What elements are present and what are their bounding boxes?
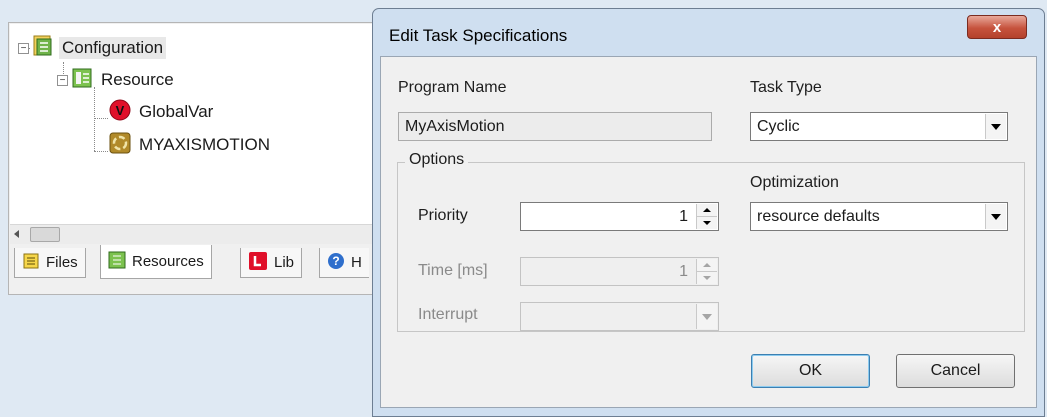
collapse-toggle-icon[interactable]: − (57, 74, 68, 86)
close-button[interactable]: x (967, 15, 1027, 39)
interrupt-select[interactable] (520, 302, 719, 331)
svg-text:V: V (116, 103, 125, 118)
tab-files[interactable]: Files (14, 248, 86, 278)
optimization-value: resource defaults (757, 207, 880, 225)
priority-value: 1 (679, 207, 688, 225)
configuration-icon (32, 35, 54, 62)
svg-text:?: ? (332, 254, 339, 268)
tab-resources[interactable]: Resources (100, 245, 212, 279)
priority-stepper[interactable]: 1 (520, 202, 719, 231)
spin-down-icon[interactable] (697, 216, 717, 229)
tree-connector (94, 87, 95, 151)
spin-up-icon[interactable] (697, 204, 717, 216)
scrollbar-thumb[interactable] (30, 227, 60, 242)
program-name-field[interactable]: MyAxisMotion (398, 112, 712, 141)
tab-label: Lib (274, 254, 295, 271)
tree-node-resource[interactable]: − Resource (57, 67, 177, 93)
tree-node-myaxismotion[interactable]: MYAXISMOTION (109, 132, 273, 158)
program-task-icon (109, 132, 131, 159)
close-icon: x (992, 18, 1002, 36)
help-icon: ? (327, 252, 345, 274)
options-group-label: Options (405, 151, 469, 169)
global-variable-icon: V (109, 99, 131, 126)
task-type-value: Cyclic (757, 117, 800, 135)
panel-tab-strip: Files Resources Lib ? H (10, 245, 376, 293)
tree-node-label: GlobalVar (139, 102, 214, 121)
resources-icon (108, 251, 126, 273)
program-name-label: Program Name (398, 79, 507, 96)
tab-label: Resources (132, 253, 204, 270)
optimization-select[interactable]: resource defaults (750, 202, 1008, 231)
tree-node-label: MYAXISMOTION (139, 135, 270, 154)
dialog-title: Edit Task Specifications (389, 26, 568, 45)
chevron-down-icon[interactable] (696, 304, 717, 329)
library-icon (248, 251, 268, 275)
chevron-down-icon[interactable] (985, 204, 1006, 229)
task-type-label: Task Type (750, 79, 822, 96)
tree-node-label: Resource (101, 70, 174, 89)
time-value: 1 (679, 262, 688, 280)
priority-spin-buttons[interactable] (696, 204, 717, 229)
time-stepper[interactable]: 1 (520, 257, 719, 286)
dialog-body: Program Name MyAxisMotion Task Type Cycl… (380, 56, 1037, 408)
collapse-toggle-icon[interactable]: − (18, 42, 29, 54)
tab-label: H (351, 254, 362, 271)
interrupt-label: Interrupt (418, 306, 478, 323)
cancel-button[interactable]: Cancel (896, 354, 1015, 388)
ok-button[interactable]: OK (751, 354, 870, 388)
chevron-down-icon[interactable] (985, 114, 1006, 139)
time-label: Time [ms] (418, 262, 488, 279)
project-tree-panel: − Configuration − Resource V GlobalVar M… (8, 22, 378, 295)
tab-label: Files (46, 254, 78, 271)
tab-help[interactable]: ? H (319, 248, 369, 278)
time-spin-buttons[interactable] (696, 259, 717, 284)
tree-node-globalvar[interactable]: V GlobalVar (109, 99, 216, 125)
tree-connector (94, 118, 108, 119)
resource-icon (71, 67, 93, 94)
tree-connector (94, 151, 108, 152)
optimization-label: Optimization (750, 174, 839, 191)
scroll-left-icon[interactable] (14, 230, 19, 238)
files-icon (22, 252, 40, 274)
tree-node-label: Configuration (59, 37, 167, 59)
project-tree: − Configuration − Resource V GlobalVar M… (10, 24, 376, 224)
tree-horizontal-scrollbar[interactable] (10, 224, 376, 244)
tree-node-configuration[interactable]: − Configuration (18, 35, 167, 62)
tab-lib[interactable]: Lib (240, 248, 303, 278)
spin-down-icon[interactable] (697, 271, 717, 284)
spin-up-icon[interactable] (697, 259, 717, 271)
task-type-select[interactable]: Cyclic (750, 112, 1008, 141)
edit-task-dialog: Edit Task Specifications x Program Name … (372, 8, 1045, 417)
priority-label: Priority (418, 207, 468, 224)
